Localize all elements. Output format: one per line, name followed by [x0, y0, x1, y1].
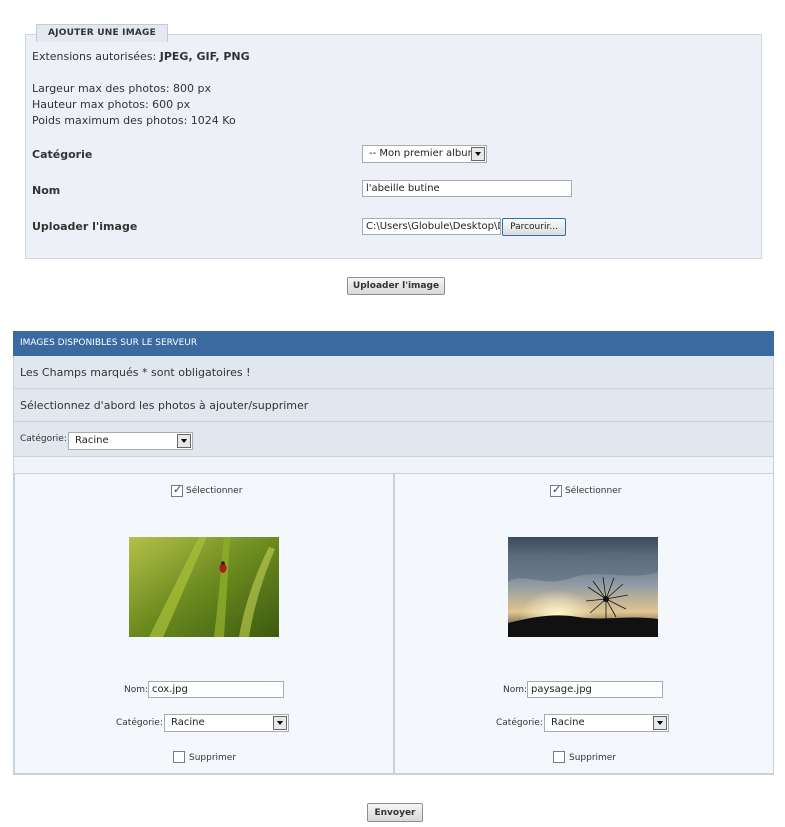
filter-category-value: Racine: [75, 435, 109, 446]
filter-category-select[interactable]: Racine: [68, 432, 193, 450]
select-checkbox[interactable]: [171, 483, 183, 497]
extensions-value: JPEG, GIF, PNG: [159, 50, 250, 63]
max-height-text: Hauteur max photos: 600 px: [32, 98, 191, 111]
select-note: Sélectionnez d'abord les photos à ajoute…: [14, 389, 773, 422]
file-path-input[interactable]: C:\Users\Globule\Desktop\DOC: [362, 218, 501, 235]
chevron-down-icon[interactable]: [653, 716, 667, 730]
image-name-label: Nom:: [124, 685, 149, 695]
file-label: Uploader l'image: [32, 220, 138, 233]
image-thumbnail-paysage: [508, 537, 658, 637]
required-note: Les Champs marqués * sont obligatoires !: [14, 356, 773, 389]
image-category-value: Racine: [171, 717, 205, 728]
select-checkbox[interactable]: [550, 483, 562, 497]
category-select[interactable]: -- Mon premier album: [362, 145, 487, 163]
image-name-input[interactable]: paysage.jpg: [527, 681, 663, 698]
image-category-label: Catégorie:: [116, 718, 163, 728]
chevron-down-icon[interactable]: [177, 434, 191, 448]
image-category-label: Catégorie:: [496, 718, 543, 728]
chevron-down-icon[interactable]: [273, 716, 287, 730]
image-name-label: Nom:: [503, 685, 528, 695]
image-category-select[interactable]: Racine: [164, 714, 289, 732]
category-select-value: -- Mon premier album: [369, 148, 478, 159]
image-name-input[interactable]: cox.jpg: [148, 681, 284, 698]
send-button[interactable]: Envoyer: [367, 803, 423, 822]
chevron-down-icon[interactable]: [471, 147, 485, 161]
name-input[interactable]: l'abeille butine: [362, 180, 572, 197]
server-images-header: IMAGES DISPONIBLES SUR LE SERVEUR: [13, 331, 774, 356]
image-category-value: Racine: [551, 717, 585, 728]
delete-label: Supprimer: [189, 753, 237, 763]
filter-category-label: Catégorie:: [20, 434, 67, 444]
name-label: Nom: [32, 184, 61, 197]
upload-legend: AJOUTER UNE IMAGE: [36, 24, 168, 42]
delete-checkbox[interactable]: [173, 751, 185, 763]
browse-button[interactable]: Parcourir...: [502, 218, 566, 236]
select-label: Sélectionner: [186, 486, 243, 496]
category-label: Catégorie: [32, 148, 93, 161]
upload-image-button[interactable]: Uploader l'image: [347, 277, 445, 295]
delete-label: Supprimer: [569, 753, 617, 763]
extensions-label: Extensions autorisées:: [32, 50, 157, 63]
image-thumbnail-cox: [129, 537, 279, 637]
select-label: Sélectionner: [565, 486, 622, 496]
image-category-select[interactable]: Racine: [544, 714, 669, 732]
max-width-text: Largeur max des photos: 800 px: [32, 82, 212, 95]
spacer: [14, 457, 773, 473]
max-weight-text: Poids maximum des photos: 1024 Ko: [32, 114, 236, 127]
delete-checkbox[interactable]: [553, 751, 565, 763]
extensions-line: Extensions autorisées: JPEG, GIF, PNG: [32, 50, 250, 63]
